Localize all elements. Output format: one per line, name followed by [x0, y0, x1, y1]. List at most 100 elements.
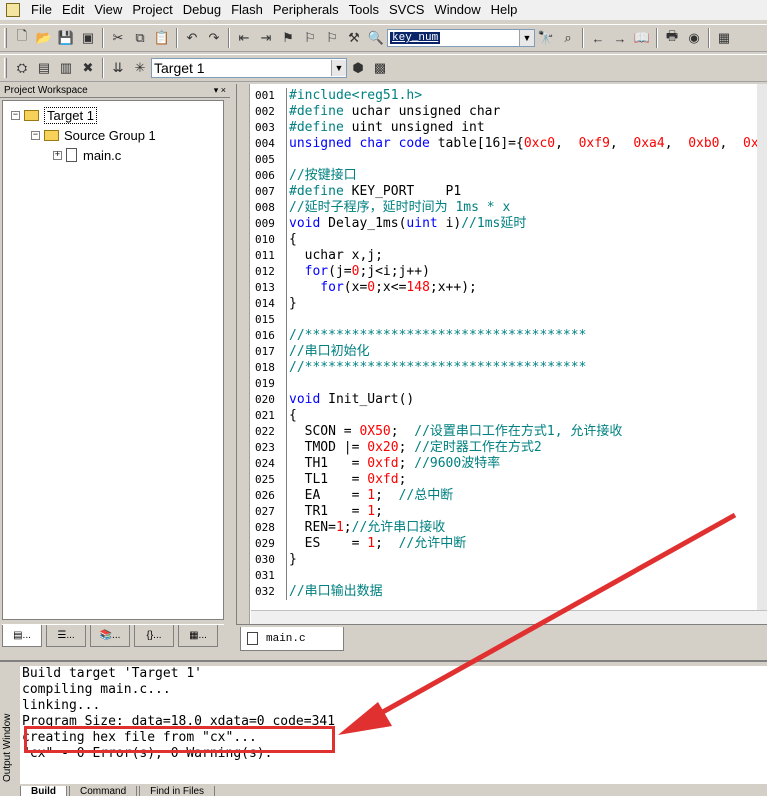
- tab-templates[interactable]: {}...: [134, 625, 174, 647]
- tab-project[interactable]: ▤...: [2, 625, 42, 647]
- incremental-find-icon[interactable]: ⌕: [557, 27, 579, 49]
- code-line[interactable]: 029 ES = 1; //允许中断: [251, 536, 767, 552]
- target-options-icon[interactable]: ✳: [129, 57, 151, 79]
- code-line[interactable]: 022 SCON = 0X50; //设置串口工作在方式1, 允许接收: [251, 424, 767, 440]
- code-line[interactable]: 031: [251, 568, 767, 584]
- workspace-controls[interactable]: ▾ ×: [214, 84, 230, 97]
- code-text[interactable]: REN=1;//允许串口接收: [289, 520, 446, 536]
- paste-icon[interactable]: 📋: [151, 27, 173, 49]
- nav-forward-icon[interactable]: →: [609, 27, 631, 49]
- code-text[interactable]: #define KEY_PORT P1: [289, 184, 461, 200]
- code-text[interactable]: #define uchar unsigned char: [289, 104, 500, 120]
- nav-back-icon[interactable]: ←: [587, 27, 609, 49]
- code-editor[interactable]: 001 #include<reg51.h> 002 #define uchar uns…: [236, 84, 767, 624]
- code-line[interactable]: 002 #define uchar unsigned char: [251, 104, 767, 120]
- code-line[interactable]: 001 #include<reg51.h>: [251, 88, 767, 104]
- open-folder-icon[interactable]: 📂: [33, 27, 55, 49]
- bookmark-next-icon[interactable]: ⚐: [321, 27, 343, 49]
- code-text[interactable]: TL1 = 0xfd;: [289, 472, 407, 488]
- editor-gutter[interactable]: [237, 84, 250, 624]
- code-line[interactable]: 009 void Delay_1ms(uint i)//1ms延时: [251, 216, 767, 232]
- code-line[interactable]: 020 void Init_Uart(): [251, 392, 767, 408]
- code-line[interactable]: 016//***********************************…: [251, 328, 767, 344]
- build-icon[interactable]: ▤: [33, 57, 55, 79]
- chevron-down-icon[interactable]: ▼: [519, 30, 534, 46]
- collapse-icon[interactable]: −: [31, 130, 40, 140]
- code-text[interactable]: }: [289, 296, 297, 312]
- tab-command[interactable]: Command: [69, 786, 138, 796]
- vertical-scrollbar[interactable]: [757, 84, 767, 624]
- find-icon[interactable]: 🔍: [365, 27, 387, 49]
- code-text[interactable]: unsigned char code table[16]={0xc0, 0xf9…: [289, 136, 767, 152]
- outdent-icon[interactable]: ⇥: [255, 27, 277, 49]
- code-line[interactable]: 025 TL1 = 0xfd;: [251, 472, 767, 488]
- source-browser-icon[interactable]: 📖: [631, 27, 653, 49]
- code-line[interactable]: 027 TR1 = 1;: [251, 504, 767, 520]
- code-line[interactable]: 017//串口初始化: [251, 344, 767, 360]
- code-lines[interactable]: 001 #include<reg51.h> 002 #define uchar uns…: [251, 88, 767, 600]
- code-text[interactable]: ES = 1; //允许中断: [289, 536, 467, 552]
- tab-books[interactable]: ☰...: [46, 625, 86, 647]
- code-text[interactable]: #include<reg51.h>: [289, 88, 422, 104]
- pack-installer-icon[interactable]: ▩: [369, 57, 391, 79]
- save-icon[interactable]: 💾: [55, 27, 77, 49]
- menu-help[interactable]: Help: [486, 0, 523, 20]
- manage-components-icon[interactable]: ⬢: [347, 57, 369, 79]
- tab-registers[interactable]: ▦...: [178, 625, 218, 647]
- tab-find-in-files[interactable]: Find in Files: [139, 786, 216, 796]
- tab-main-c[interactable]: main.c: [240, 627, 344, 651]
- code-line[interactable]: 012 for(j=0;j<i;j++): [251, 264, 767, 280]
- menu-view[interactable]: View: [89, 0, 127, 20]
- target-value[interactable]: Target 1: [152, 60, 331, 76]
- bookmark-prev-icon[interactable]: ⚐: [299, 27, 321, 49]
- window-layout-icon[interactable]: ▦: [713, 27, 735, 49]
- download-icon[interactable]: ⇊: [107, 57, 129, 79]
- undo-icon[interactable]: ↶: [181, 27, 203, 49]
- tree-item-target[interactable]: − Target 1: [11, 105, 97, 125]
- stop-build-icon[interactable]: ✖: [77, 57, 99, 79]
- code-text[interactable]: for(x=0;x<=148;x++);: [289, 280, 477, 296]
- code-line[interactable]: 005: [251, 152, 767, 168]
- print-icon[interactable]: 🖶: [661, 27, 683, 49]
- cut-icon[interactable]: ✂: [107, 27, 129, 49]
- code-line[interactable]: 030}: [251, 552, 767, 568]
- bookmark-icon[interactable]: ⚑: [277, 27, 299, 49]
- tab-build[interactable]: Build: [20, 786, 67, 796]
- menu-debug[interactable]: Debug: [178, 0, 226, 20]
- code-line[interactable]: 014}: [251, 296, 767, 312]
- code-line[interactable]: 026 EA = 1; //总中断: [251, 488, 767, 504]
- menu-peripherals[interactable]: Peripherals: [268, 0, 344, 20]
- toolbar-grip[interactable]: [4, 28, 7, 48]
- toolbar-grip[interactable]: [4, 58, 7, 78]
- code-text[interactable]: uchar x,j;: [289, 248, 383, 264]
- code-line[interactable]: 007 #define KEY_PORT P1: [251, 184, 767, 200]
- tree-file-label[interactable]: main.c: [83, 148, 121, 163]
- menu-tools[interactable]: Tools: [344, 0, 384, 20]
- code-text[interactable]: {: [289, 232, 297, 248]
- code-line[interactable]: 010{: [251, 232, 767, 248]
- code-text[interactable]: //串口初始化: [289, 344, 370, 360]
- debug-session-icon[interactable]: ◉: [683, 27, 705, 49]
- code-line[interactable]: 028 REN=1;//允许串口接收: [251, 520, 767, 536]
- code-text[interactable]: //延时子程序，延时时间为 1ms * x: [289, 200, 510, 216]
- code-text[interactable]: for(j=0;j<i;j++): [289, 264, 430, 280]
- build-output[interactable]: Build target 'Target 1' compiling main.c…: [20, 666, 767, 784]
- expand-icon[interactable]: +: [53, 150, 62, 160]
- code-line[interactable]: 013 for(x=0;x<=148;x++);: [251, 280, 767, 296]
- code-text[interactable]: //按键接口: [289, 168, 357, 184]
- code-text[interactable]: TMOD |= 0x20; //定时器工作在方式2: [289, 440, 542, 456]
- find-combo[interactable]: key_num ▼: [387, 29, 535, 47]
- horizontal-scrollbar[interactable]: [251, 610, 767, 624]
- code-text[interactable]: }: [289, 552, 297, 568]
- code-line[interactable]: 011 uchar x,j;: [251, 248, 767, 264]
- chevron-down-icon[interactable]: ▼: [331, 60, 346, 76]
- save-all-icon[interactable]: ▣: [77, 27, 99, 49]
- target-select[interactable]: Target 1 ▼: [151, 58, 347, 78]
- code-line[interactable]: 019: [251, 376, 767, 392]
- menu-flash[interactable]: Flash: [226, 0, 268, 20]
- code-line[interactable]: 023 TMOD |= 0x20; //定时器工作在方式2: [251, 440, 767, 456]
- code-text[interactable]: {: [289, 408, 297, 424]
- code-text[interactable]: TR1 = 1;: [289, 504, 383, 520]
- code-text[interactable]: #define uint unsigned int: [289, 120, 485, 136]
- code-line[interactable]: 032//串口输出数据: [251, 584, 767, 600]
